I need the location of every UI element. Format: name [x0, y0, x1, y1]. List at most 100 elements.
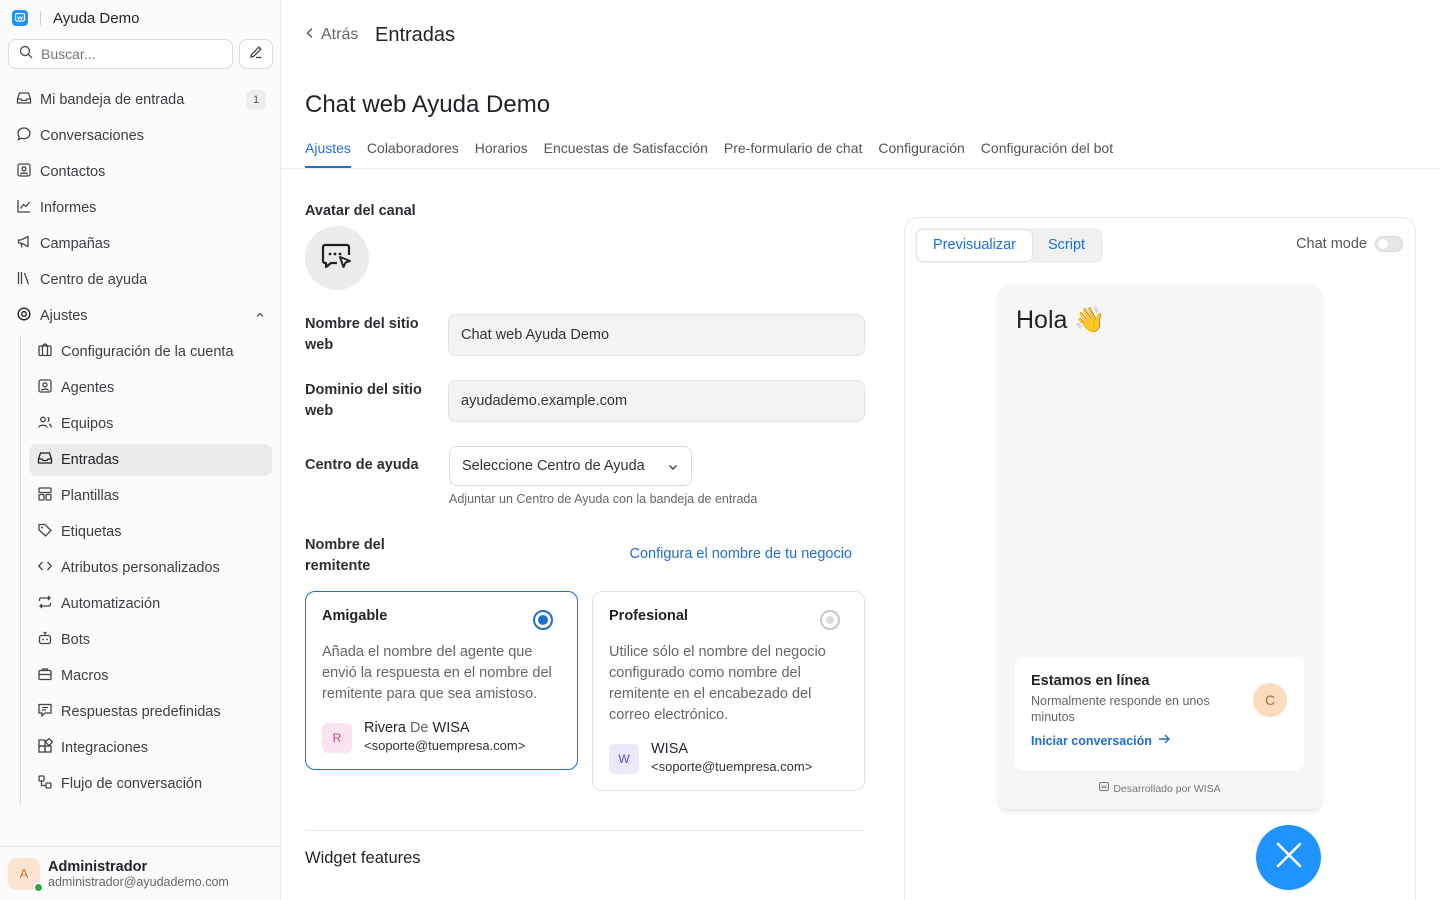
- sidebar-item-labels[interactable]: Etiquetas: [29, 516, 272, 548]
- sender-option-professional[interactable]: Profesional Utilice sólo el nombre del n…: [592, 591, 865, 791]
- powered-by-label: Desarrollado por WISA: [1113, 782, 1221, 795]
- search-input[interactable]: [41, 46, 221, 62]
- nav-item-contacts[interactable]: Contactos: [8, 156, 272, 188]
- briefcase-icon: [37, 666, 53, 686]
- site-name-label: Nombre del sitio web: [305, 316, 419, 353]
- close-icon: [1276, 842, 1302, 873]
- brand-mark-icon: [1099, 782, 1110, 795]
- nav-item-campaigns[interactable]: Campañas: [8, 228, 272, 260]
- tab-business-hours[interactable]: Horarios: [475, 138, 528, 168]
- nav-item-reports[interactable]: Informes: [8, 192, 272, 224]
- tabs-divider: [281, 168, 1440, 169]
- integration-icon: [37, 737, 54, 758]
- start-conversation-link[interactable]: Iniciar conversación: [1031, 733, 1288, 748]
- flow-icon: [37, 774, 53, 794]
- site-domain-field[interactable]: ayudademo.example.com: [448, 380, 865, 422]
- sender-option-description: Utilice sólo el nombre del negocio confi…: [609, 644, 826, 723]
- sidebar-item-label: Atributos personalizados: [61, 560, 220, 576]
- sidebar-item-label: Automatización: [61, 596, 161, 612]
- configure-business-name-link[interactable]: Configura el nombre de tu negocio: [630, 546, 852, 562]
- chevron-up-icon[interactable]: [254, 309, 266, 325]
- nav-item-contacts-label: Contactos: [40, 164, 106, 180]
- tab-configuration[interactable]: Configuración: [878, 138, 964, 168]
- sidebar-item-macros[interactable]: Macros: [29, 660, 272, 692]
- powered-by: Desarrollado por WISA: [999, 782, 1321, 795]
- agent-avatar: C: [1253, 683, 1287, 717]
- sidebar-item-automation[interactable]: Automatización: [29, 588, 272, 620]
- sidebar-item-agents[interactable]: Agentes: [29, 372, 272, 404]
- sender-business-name: WISA: [432, 720, 470, 736]
- tab-preview[interactable]: Previsualizar: [917, 230, 1032, 261]
- sender-avatar: R: [322, 723, 352, 753]
- tag-icon: [37, 522, 53, 542]
- tab-pre-chat-form[interactable]: Pre-formulario de chat: [724, 138, 863, 168]
- settings-tabs: Ajustes Colaboradores Horarios Encuestas…: [305, 138, 1113, 168]
- chat-widget-icon: [321, 241, 353, 276]
- tab-csat[interactable]: Encuestas de Satisfacción: [544, 138, 708, 168]
- widget-close-button[interactable]: [1256, 825, 1321, 890]
- sidebar-item-label: Configuración de la cuenta: [61, 344, 234, 360]
- sidebar-item-teams[interactable]: Equipos: [29, 408, 272, 440]
- sidebar-item-canned-responses[interactable]: Respuestas predefinidas: [29, 696, 272, 728]
- section-divider: [305, 830, 865, 831]
- sidebar-item-label: Equipos: [61, 416, 114, 432]
- nav-item-help-center[interactable]: Centro de ayuda: [8, 264, 272, 296]
- tab-script[interactable]: Script: [1032, 230, 1101, 261]
- sidebar-item-label: Entradas: [61, 452, 120, 468]
- sender-preview: R Rivera De WISA <soporte@tuempresa.com>: [322, 719, 561, 754]
- help-center-select[interactable]: Seleccione Centro de Ayuda: [449, 446, 692, 486]
- sidebar-item-label: Flujo de conversación: [61, 776, 203, 792]
- sidebar-item-account-settings[interactable]: Configuración de la cuenta: [29, 336, 272, 368]
- site-name-field[interactable]: Chat web Ayuda Demo: [448, 314, 865, 356]
- online-subtitle: Normalmente responde en unos minutos: [1031, 694, 1210, 724]
- compose-button[interactable]: [239, 39, 273, 69]
- brand: Ayuda Demo: [12, 9, 139, 27]
- sidebar-item-conversation-flow[interactable]: Flujo de conversación: [29, 768, 272, 800]
- nav-item-campaigns-label: Campañas: [40, 236, 111, 252]
- sender-text: WISA <soporte@tuempresa.com>: [651, 740, 812, 775]
- sender-option-friendly[interactable]: Amigable Añada el nombre del agente que …: [305, 591, 578, 770]
- nav-item-conversations[interactable]: Conversaciones: [8, 120, 272, 152]
- sidebar-item-label: Integraciones: [61, 740, 149, 756]
- profile-info: Administrador administrador@ayudademo.co…: [48, 859, 229, 889]
- nav-item-reports-label: Informes: [40, 200, 97, 216]
- app-logo-icon: [12, 10, 28, 26]
- nav-item-inbox[interactable]: Mi bandeja de entrada 1: [8, 84, 272, 116]
- nav-item-settings[interactable]: Ajustes: [8, 300, 272, 332]
- avatar: A: [8, 857, 43, 892]
- inbox-icon: [16, 90, 32, 110]
- sidebar-item-custom-attributes[interactable]: Atributos personalizados: [29, 552, 272, 584]
- tab-settings[interactable]: Ajustes: [305, 138, 351, 168]
- people-icon: [37, 414, 53, 434]
- sidebar-item-inboxes[interactable]: Entradas: [29, 444, 272, 476]
- channel-avatar[interactable]: [305, 226, 369, 290]
- online-status-card: Estamos en línea Normalmente responde en…: [1015, 657, 1304, 770]
- library-icon: [16, 270, 32, 290]
- preview-toggle: Previsualizar Script: [915, 228, 1104, 263]
- sender-text: Rivera De WISA <soporte@tuempresa.com>: [364, 719, 525, 754]
- tab-collaborators[interactable]: Colaboradores: [367, 138, 459, 168]
- contacts-icon: [16, 162, 32, 182]
- sidebar-item-templates[interactable]: Plantillas: [29, 480, 272, 512]
- chat-mode-toggle[interactable]: [1375, 236, 1403, 252]
- sidebar-item-bots[interactable]: Bots: [29, 624, 272, 656]
- app-name[interactable]: Ayuda Demo: [53, 10, 139, 27]
- help-center-label: Centro de ayuda: [305, 457, 419, 473]
- help-center-hint: Adjuntar un Centro de Ayuda con la bande…: [449, 492, 758, 506]
- professional-radio[interactable]: [820, 610, 840, 630]
- nav-item-conversations-label: Conversaciones: [40, 128, 144, 144]
- widget-preview-panel: Previsualizar Script Chat mode Hola 👋 Es…: [904, 217, 1416, 900]
- sender-preview: W WISA <soporte@tuempresa.com>: [609, 740, 848, 775]
- profile-menu[interactable]: A Administrador administrador@ayudademo.…: [0, 846, 280, 900]
- friendly-radio[interactable]: [533, 610, 553, 630]
- template-icon: [37, 486, 53, 506]
- sender-email: <soporte@tuempresa.com>: [364, 738, 526, 753]
- megaphone-icon: [16, 234, 32, 254]
- widget-features-title: Widget features: [305, 849, 421, 867]
- search-icon: [19, 45, 33, 64]
- back-button[interactable]: Atrás: [305, 26, 358, 44]
- tab-bot-configuration[interactable]: Configuración del bot: [981, 138, 1113, 168]
- page-title: Chat web Ayuda Demo: [305, 91, 551, 118]
- sidebar-item-integrations[interactable]: Integraciones: [29, 732, 272, 764]
- nav-item-settings-label: Ajustes: [40, 308, 88, 324]
